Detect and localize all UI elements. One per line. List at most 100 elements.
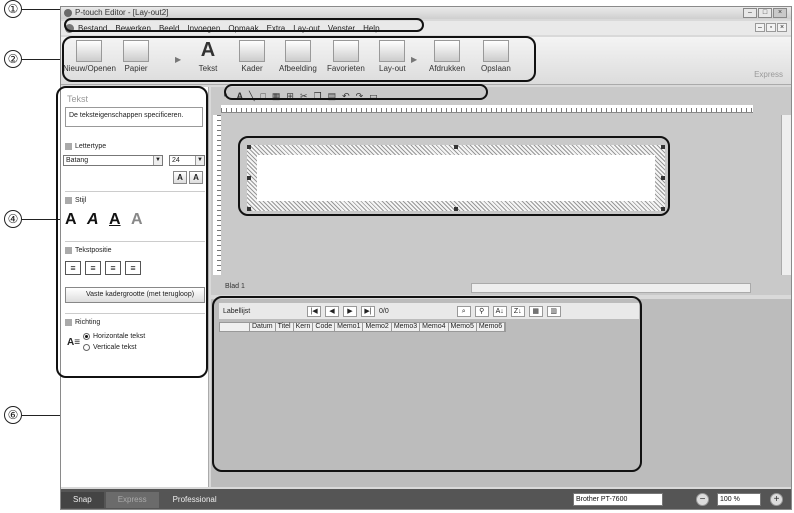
menu-extra[interactable]: Extra [267, 24, 286, 33]
italic-button[interactable]: A [87, 211, 99, 229]
column-header[interactable]: Kern [294, 323, 314, 331]
paste-icon[interactable]: ▤ [328, 91, 337, 102]
label-object[interactable] [257, 155, 655, 201]
column-header[interactable]: Code [313, 323, 336, 331]
favorites-button[interactable]: Favorieten [327, 40, 365, 73]
zoom-in-icon[interactable]: + [770, 493, 783, 506]
doc-minimize-button[interactable]: – [755, 23, 765, 32]
save-button[interactable]: Opslaan [481, 40, 511, 73]
doc-close-button[interactable]: × [777, 23, 787, 32]
layout-button[interactable]: Lay-out [379, 40, 406, 73]
express-mode-tab[interactable]: Express [105, 492, 159, 508]
menu-lay-out[interactable]: Lay-out [293, 24, 320, 33]
horizontal-text-radio[interactable]: Horizontale tekst [83, 333, 145, 340]
resize-handle[interactable] [454, 145, 458, 149]
font-select[interactable]: Batang ▼ [63, 155, 163, 166]
next-record-button[interactable]: ▶ [343, 305, 357, 317]
select-arrow-icon[interactable]: ↖ [223, 91, 231, 102]
menu-bewerken[interactable]: Bewerken [115, 24, 151, 33]
prev-record-button[interactable]: ◀ [325, 305, 339, 317]
menu-bestand[interactable]: Bestand [78, 24, 107, 33]
paper-button[interactable]: Papier [123, 40, 149, 73]
line-tool-icon[interactable]: ╲ [249, 91, 254, 102]
search-icon[interactable]: ⌕ [456, 305, 471, 317]
printer-select[interactable]: Brother PT-7600 [573, 493, 663, 506]
database-header: Datum Titel Kern Code Memo1 Memo2 Memo3 … [219, 322, 507, 332]
menu-beeld[interactable]: Beeld [159, 24, 179, 33]
column-header[interactable]: Memo2 [363, 323, 392, 331]
text-button[interactable]: A Tekst [195, 40, 221, 73]
resize-handle[interactable] [454, 207, 458, 211]
horizontal-scrollbar[interactable] [471, 283, 751, 293]
form-view-icon[interactable]: ▥ [546, 305, 561, 317]
align-left-button[interactable]: ≡ [65, 261, 81, 275]
font-grow-button[interactable]: A [173, 171, 187, 184]
favorites-icon [332, 40, 359, 62]
underline-button[interactable]: A [109, 211, 121, 229]
resize-handle[interactable] [661, 145, 665, 149]
fixed-frame-button[interactable]: Vaste kadergrootte (met terugloop) [65, 287, 205, 303]
new-open-button[interactable]: Nieuw/Openen [63, 40, 116, 73]
align-right-button[interactable]: ≡ [105, 261, 121, 275]
font-shrink-button[interactable]: A [189, 171, 203, 184]
resize-handle[interactable] [661, 176, 665, 180]
vertical-ruler [213, 115, 221, 275]
table-tool-icon[interactable]: ▦ [272, 91, 281, 102]
font-size-select[interactable]: 24 ▼ [169, 155, 205, 166]
filter-icon[interactable]: ⚲ [474, 305, 489, 317]
menu-venster[interactable]: Venster [328, 24, 355, 33]
last-record-button[interactable]: ▶| [361, 305, 375, 317]
print-button[interactable]: Afdrukken [429, 40, 465, 73]
column-header[interactable]: Datum [250, 323, 276, 331]
command-bar: Nieuw/Openen Papier ▶ A Tekst Kader Afbee… [61, 37, 791, 85]
sort-descending-icon[interactable]: Z↓ [510, 305, 525, 317]
maximize-button[interactable]: □ [758, 8, 772, 18]
professional-mode-tab[interactable]: Professional [161, 492, 229, 508]
doc-restore-button[interactable]: ▫ [766, 23, 776, 32]
arrange-icon[interactable]: ⊞ [286, 91, 294, 102]
expand-arrow-icon-2[interactable]: ▶ [411, 55, 417, 64]
frame-button[interactable]: Kader [239, 40, 265, 73]
cut-icon[interactable]: ✂ [300, 91, 308, 102]
rectangle-tool-icon[interactable]: □ [260, 91, 265, 101]
column-header[interactable]: Memo3 [392, 323, 421, 331]
column-header[interactable]: Memo6 [477, 323, 506, 331]
column-header[interactable]: Memo1 [335, 323, 364, 331]
properties-sidebar: Tekst De teksteigenschappen specificeren… [61, 87, 209, 487]
resize-handle[interactable] [247, 207, 251, 211]
resize-handle[interactable] [247, 176, 251, 180]
grid-view-icon[interactable]: ▦ [528, 305, 543, 317]
callout-1: ① [4, 0, 22, 18]
close-button[interactable]: × [773, 8, 787, 18]
image-button[interactable]: Afbeelding [279, 40, 317, 73]
menu-help[interactable]: Help [363, 24, 379, 33]
sort-ascending-icon[interactable]: A↓ [492, 305, 507, 317]
copy-icon[interactable]: ❐ [314, 91, 322, 102]
column-header[interactable]: Memo5 [449, 323, 477, 331]
menu-opmaak[interactable]: Opmaak [228, 24, 258, 33]
app-window: P-touch Editor - [Lay-out2] – □ × Bestan… [60, 6, 792, 510]
column-header[interactable]: Memo4 [420, 323, 449, 331]
properties-icon[interactable]: ▭ [369, 91, 378, 102]
sheet-tab[interactable]: Blad 1 [225, 283, 245, 290]
vertical-text-radio[interactable]: Verticale tekst [83, 344, 137, 351]
minimize-button[interactable]: – [743, 8, 757, 18]
first-record-button[interactable]: |◀ [307, 305, 321, 317]
zoom-out-icon[interactable]: − [696, 493, 709, 506]
text-tool-icon[interactable]: A [237, 91, 244, 101]
effects-button[interactable]: A [131, 211, 143, 229]
column-header[interactable]: Titel [276, 323, 294, 331]
expand-arrow-icon[interactable]: ▶ [175, 55, 181, 64]
justify-button[interactable]: ≡ [125, 261, 141, 275]
resize-handle[interactable] [661, 207, 665, 211]
bold-button[interactable]: A [65, 211, 77, 229]
zoom-select[interactable]: 100 % [717, 493, 761, 506]
menu-invoegen[interactable]: Invoegen [187, 24, 220, 33]
resize-handle[interactable] [247, 145, 251, 149]
vertical-scrollbar[interactable] [781, 115, 791, 275]
undo-icon[interactable]: ↶ [342, 91, 350, 102]
redo-icon[interactable]: ↷ [356, 91, 364, 102]
snap-mode-tab[interactable]: Snap [61, 492, 104, 508]
doc-menu-icon[interactable] [65, 23, 74, 33]
align-center-button[interactable]: ≡ [85, 261, 101, 275]
